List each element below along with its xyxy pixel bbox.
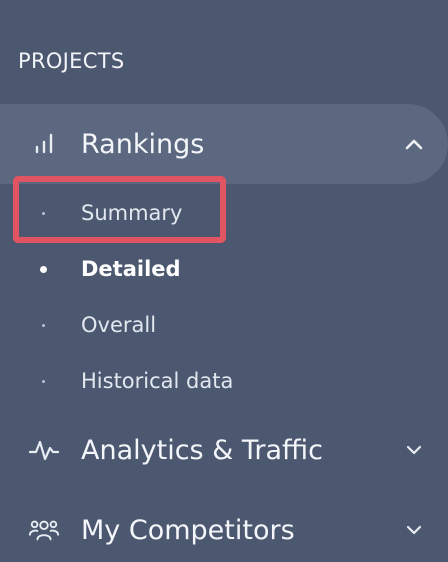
subnav-item-detailed[interactable]: Detailed [0, 249, 448, 289]
subnav-item-overall[interactable]: Overall [0, 305, 448, 345]
nav-item-label: Rankings [81, 128, 205, 160]
subnav-item-label: Overall [81, 313, 157, 337]
nav-item-rankings[interactable]: Rankings [0, 104, 448, 184]
chevron-up-icon[interactable] [404, 134, 424, 154]
users-icon [28, 514, 60, 546]
subnav-item-historical-data[interactable]: Historical data [0, 361, 448, 401]
nav-item-label: Analytics & Traffic [81, 434, 323, 466]
subnav-item-label: Historical data [81, 369, 234, 393]
bullet-icon [42, 379, 45, 383]
nav-item-analytics-traffic[interactable]: Analytics & Traffic [0, 420, 448, 480]
bullet-icon [42, 211, 45, 215]
section-title: PROJECTS [18, 49, 125, 73]
chevron-down-icon[interactable] [404, 440, 424, 460]
chevron-down-icon[interactable] [404, 520, 424, 540]
nav-item-my-competitors[interactable]: My Competitors [0, 500, 448, 560]
nav-item-label: My Competitors [81, 514, 295, 546]
subnav-item-label: Summary [81, 201, 183, 225]
subnav-item-summary[interactable]: Summary [0, 193, 448, 233]
subnav-item-label: Detailed [81, 257, 181, 281]
bullet-icon [40, 265, 47, 273]
pulse-icon [28, 434, 60, 466]
bullet-icon [42, 323, 45, 327]
bar-chart-icon [28, 128, 60, 160]
